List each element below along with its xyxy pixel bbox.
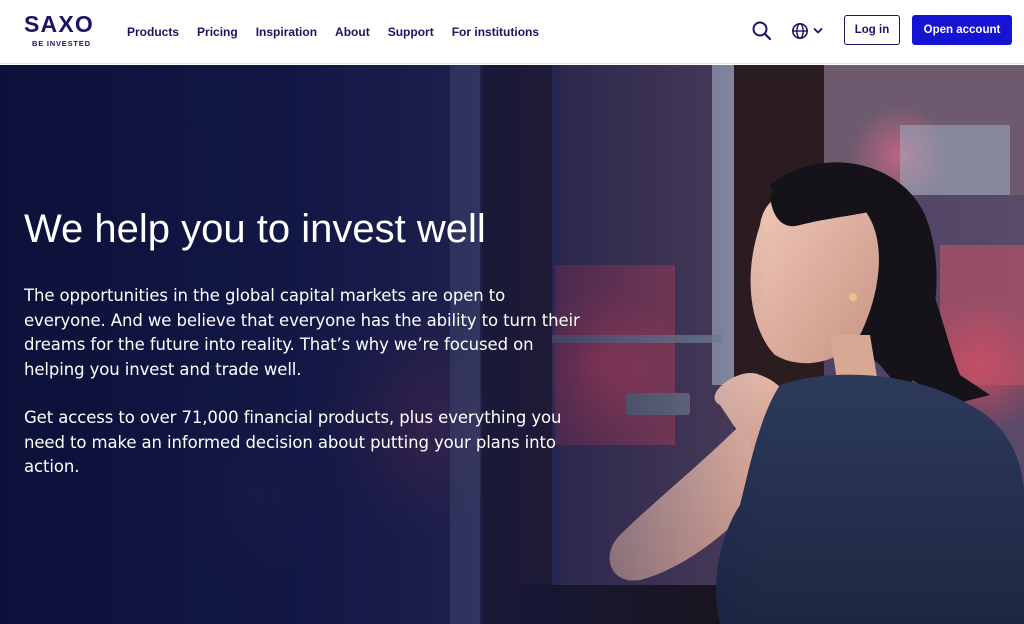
hero-section: We help you to invest well The opportuni…	[0, 65, 1024, 624]
nav-item-about[interactable]: About	[335, 25, 370, 39]
hero-paragraph-2: Get access to over 71,000 financial prod…	[24, 408, 562, 476]
search-icon	[752, 21, 772, 41]
logo-wordmark: SAXO	[24, 11, 94, 37]
chevron-down-icon	[813, 28, 823, 34]
main-nav: Products Pricing Inspiration About Suppo…	[127, 0, 539, 64]
nav-item-support[interactable]: Support	[388, 25, 434, 39]
nav-item-inspiration[interactable]: Inspiration	[256, 25, 317, 39]
open-account-button[interactable]: Open account	[912, 15, 1012, 45]
globe-icon	[792, 23, 808, 39]
hero-title: We help you to invest well	[24, 207, 486, 251]
logo-tagline: BE INVESTED	[32, 39, 91, 48]
language-selector[interactable]	[790, 20, 826, 42]
nav-item-products[interactable]: Products	[127, 25, 179, 39]
saxo-logo[interactable]: SAXO BE INVESTED	[24, 12, 102, 50]
login-button[interactable]: Log in	[844, 15, 900, 45]
hero-paragraph-1: The opportunities in the global capital …	[24, 286, 580, 379]
nav-item-for-institutions[interactable]: For institutions	[452, 25, 539, 39]
site-header: SAXO BE INVESTED Products Pricing Inspir…	[0, 0, 1024, 64]
search-button[interactable]	[750, 19, 774, 43]
nav-item-pricing[interactable]: Pricing	[197, 25, 238, 39]
